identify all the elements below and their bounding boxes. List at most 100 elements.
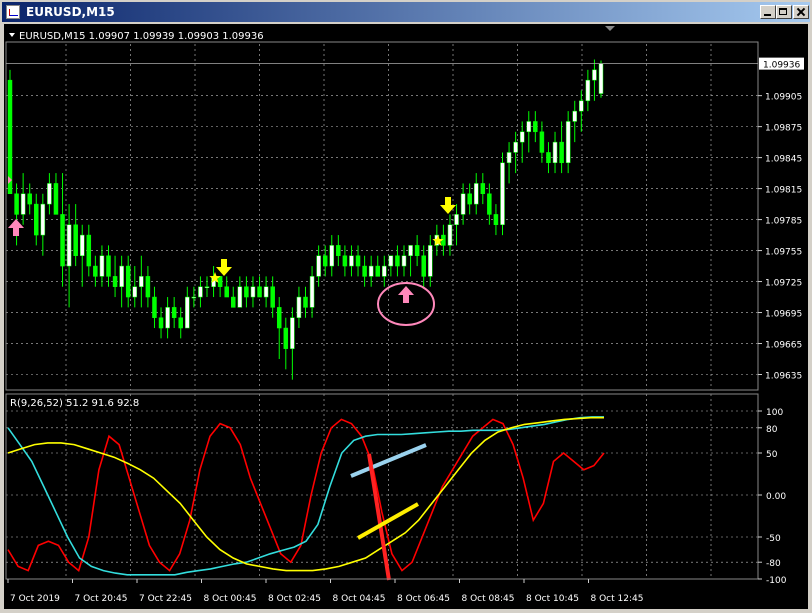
chart-app-icon bbox=[6, 5, 20, 19]
indicator-axis-label: 50 bbox=[766, 450, 778, 460]
candle-body bbox=[171, 307, 177, 318]
price-axis-label: 1.09905 bbox=[765, 93, 802, 103]
title-bar[interactable]: EURUSD,M15 bbox=[2, 2, 810, 22]
maximize-button[interactable] bbox=[776, 5, 792, 19]
chart-area[interactable]: 1.09905 1.09875 1.09845 1.09815 1.09785 1.097… bbox=[4, 24, 808, 609]
candle-body bbox=[119, 265, 124, 287]
candle-body bbox=[296, 296, 302, 318]
candle-body bbox=[86, 234, 92, 267]
candle-body bbox=[539, 131, 545, 153]
candle-body bbox=[552, 141, 558, 164]
candle-body bbox=[27, 193, 32, 205]
time-axis-label: 7 Oct 2019 bbox=[10, 594, 60, 604]
time-axis-label: 8 Oct 04:45 bbox=[333, 594, 386, 604]
candle-body bbox=[152, 296, 157, 318]
candle-body bbox=[237, 286, 243, 308]
candle-body bbox=[34, 203, 39, 236]
window-title: EURUSD,M15 bbox=[26, 5, 115, 19]
candle-body bbox=[73, 224, 78, 256]
candle-body bbox=[191, 296, 197, 299]
candle-body bbox=[414, 245, 420, 256]
price-axis-label: 1.09845 bbox=[765, 155, 802, 165]
candle-body bbox=[217, 276, 223, 287]
candle-body bbox=[395, 255, 400, 267]
candle-body bbox=[342, 255, 348, 267]
time-axis-label: 7 Oct 20:45 bbox=[75, 594, 128, 604]
price-axis-label: 1.09665 bbox=[765, 341, 802, 351]
candle-body bbox=[454, 214, 459, 225]
candle-body bbox=[572, 110, 577, 122]
candle-body bbox=[47, 183, 52, 205]
candle-body bbox=[336, 245, 341, 256]
candle-body bbox=[467, 193, 472, 205]
candle-body bbox=[375, 265, 380, 277]
candle-body bbox=[53, 183, 59, 215]
candle-body bbox=[362, 265, 367, 277]
candle-body bbox=[526, 121, 532, 133]
candle-body bbox=[382, 265, 387, 277]
time-axis-label: 7 Oct 22:45 bbox=[139, 594, 192, 604]
candle-body bbox=[79, 234, 85, 256]
indicator-label: R(9,26,52) 51.2 91.6 92.8 bbox=[10, 398, 139, 409]
candle-body bbox=[139, 276, 144, 287]
candle-body bbox=[447, 224, 453, 246]
candle-body bbox=[355, 255, 361, 267]
indicator-axis-label: -80 bbox=[766, 559, 781, 569]
candle-body bbox=[132, 286, 138, 298]
candle-body bbox=[460, 193, 466, 215]
candle-body bbox=[20, 193, 26, 215]
candle-body bbox=[565, 121, 571, 164]
candle-body bbox=[185, 296, 190, 329]
chart-window: EURUSD,M15 1.09905 1.09875 1.09845 1.09815 1… bbox=[0, 0, 812, 613]
candle-body bbox=[368, 265, 374, 277]
price-axis-label: 1.09815 bbox=[765, 186, 802, 196]
candle-body bbox=[178, 317, 183, 329]
price-axis-label: 1.09785 bbox=[765, 217, 802, 227]
indicator-axis-label: 0.00 bbox=[766, 492, 786, 502]
candle-body bbox=[309, 276, 315, 308]
candle-body bbox=[250, 286, 256, 298]
candle-body bbox=[112, 276, 118, 287]
candle-body bbox=[125, 265, 131, 298]
candle-body bbox=[493, 214, 499, 225]
candle-body bbox=[388, 255, 394, 267]
candle-body bbox=[487, 193, 492, 215]
candle-body bbox=[408, 245, 413, 256]
candle-body bbox=[93, 265, 98, 277]
candle-body bbox=[533, 121, 538, 133]
candle-body bbox=[224, 286, 229, 298]
candle-body bbox=[145, 276, 151, 298]
candle-body bbox=[559, 141, 564, 164]
candle-body bbox=[421, 255, 426, 277]
candle-body bbox=[473, 183, 479, 205]
indicator-axis-label: 80 bbox=[766, 425, 778, 435]
candle-body bbox=[480, 183, 486, 195]
candle-body bbox=[231, 296, 236, 308]
minimize-button[interactable] bbox=[760, 5, 776, 19]
candle-body bbox=[290, 317, 295, 349]
candle-body bbox=[585, 79, 591, 102]
time-axis-label: 8 Oct 00:45 bbox=[204, 594, 257, 604]
candle-body bbox=[546, 152, 551, 164]
time-axis-label: 8 Oct 10:45 bbox=[526, 594, 579, 604]
candle-body bbox=[204, 286, 210, 288]
candle-body bbox=[60, 214, 65, 267]
candle-body bbox=[506, 152, 512, 164]
candle-body bbox=[519, 131, 525, 143]
candle-body bbox=[322, 255, 328, 267]
candle-body bbox=[283, 327, 289, 349]
candle-body bbox=[500, 162, 505, 225]
candle-body bbox=[14, 193, 19, 215]
candle-body bbox=[106, 255, 111, 277]
candle-body bbox=[99, 255, 105, 277]
close-button[interactable] bbox=[793, 5, 809, 19]
candle-body bbox=[316, 255, 321, 277]
price-axis-label: 1.09755 bbox=[765, 248, 802, 258]
candle-body bbox=[66, 224, 72, 267]
price-axis-label: 1.09695 bbox=[765, 310, 802, 320]
current-price-label: 1.09936 bbox=[763, 61, 800, 71]
price-axis-label: 1.09875 bbox=[765, 124, 802, 134]
candle-body bbox=[244, 286, 249, 298]
time-axis-label: 8 Oct 12:45 bbox=[591, 594, 644, 604]
time-axis-label: 8 Oct 06:45 bbox=[397, 594, 450, 604]
